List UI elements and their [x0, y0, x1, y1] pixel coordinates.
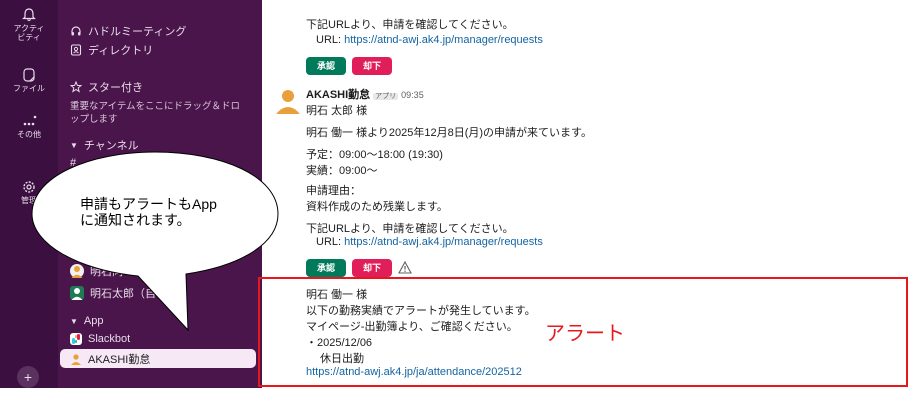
url-label: URL:	[316, 34, 345, 46]
callout-line-1: 申請もアラートもApp	[80, 196, 217, 212]
caret-down-icon: ▼	[70, 140, 78, 150]
message-text: 下記URLより、申請を確認してください。	[306, 19, 514, 31]
sidebar-huddle-label: ハドルミーティング	[88, 26, 187, 38]
rail-item-admin[interactable]: 管理	[0, 180, 58, 205]
star-icon	[70, 81, 82, 93]
dm-name-1: 明石同	[90, 266, 123, 278]
approve-button[interactable]: 承認	[306, 259, 346, 277]
sidebar-starred-label: スター付き	[88, 82, 143, 94]
message-reason-label: 申請理由：	[306, 185, 361, 197]
rail-files-label: ファイル	[13, 84, 45, 93]
headphones-icon	[71, 26, 81, 36]
message-confirm: 下記URLより、申請を確認してください。	[306, 223, 514, 235]
sidebar-section-channels[interactable]: ▼ チャンネル	[70, 136, 139, 154]
message-actual: 実績：09:00〜	[306, 165, 378, 177]
requests-link[interactable]: https://atnd-awj.ak4.jp/manager/requests	[344, 236, 543, 248]
bell-icon	[22, 8, 36, 22]
dm-name-self: 明石太郎（自	[90, 288, 156, 300]
sidebar-item-directory[interactable]: ディレクトリ	[70, 41, 153, 59]
message-timestamp[interactable]: 09:35	[401, 90, 424, 100]
message-url-line: URL: https://atnd-awj.ak4.jp/manager/req…	[316, 236, 543, 248]
requests-link[interactable]: https://atnd-awj.ak4.jp/manager/requests	[344, 34, 543, 46]
avatar	[70, 286, 84, 300]
message-greeting: 明石 太郎 様	[306, 105, 368, 117]
user-avatar-icon	[274, 86, 302, 114]
message-scheduled: 予定：09:00〜18:00 (19:30)	[306, 149, 443, 161]
rail-item-more[interactable]: その他	[0, 114, 58, 139]
rail-item-files[interactable]: ファイル	[0, 68, 58, 93]
workspace-rail: アクティ ビティ ファイル その他 管理 +	[0, 0, 58, 388]
message-request-line: 明石 働一 様より2025年12月8日(月)の申請が来ています。	[306, 127, 592, 139]
url-label: URL:	[316, 236, 345, 248]
sidebar-section-app[interactable]: ▼ App	[70, 312, 104, 330]
more-icon	[23, 115, 37, 126]
user-avatar-icon	[71, 288, 83, 300]
sidebar-section-starred[interactable]: スター付き	[70, 78, 143, 96]
sidebar-dm-item-1[interactable]: 明石同	[70, 262, 123, 280]
directory-icon	[70, 44, 82, 56]
app-badge: アプリ	[373, 93, 399, 100]
sidebar-item-slackbot[interactable]: Slackbot	[70, 330, 130, 348]
hash-icon: #	[70, 157, 77, 169]
callout-line-2: に通知されます。	[80, 212, 191, 228]
caret-down-icon: ▼	[70, 316, 78, 326]
sidebar-dm-item-self[interactable]: 明石太郎（自	[70, 284, 156, 302]
rail-more-label: その他	[17, 130, 41, 139]
sidebar-item-huddles[interactable]: ハドルミーティング	[70, 22, 186, 40]
user-avatar-icon	[71, 354, 81, 365]
gear-icon	[23, 181, 35, 193]
warning-icon	[398, 261, 412, 274]
rail-item-activity[interactable]: アクティ ビティ	[0, 8, 58, 42]
approve-button[interactable]: 承認	[306, 57, 346, 75]
message-url-line: URL: https://atnd-awj.ak4.jp/manager/req…	[316, 34, 543, 46]
slackbot-icon	[70, 333, 82, 345]
sidebar-slackbot-label: Slackbot	[88, 333, 131, 345]
user-avatar-icon	[71, 266, 83, 278]
reject-button[interactable]: 却下	[352, 259, 392, 277]
sidebar-channel-partial[interactable]: #	[70, 154, 76, 172]
avatar[interactable]	[274, 86, 302, 114]
sidebar-directory-label: ディレクトリ	[88, 45, 154, 57]
add-workspace-button[interactable]: +	[17, 366, 39, 388]
alert-annotation-label: アラート	[545, 323, 625, 345]
rail-admin-label: 管理	[21, 196, 37, 205]
sidebar-akashi-label: AKASHI勤怠	[88, 354, 151, 366]
message-reason: 資料作成のため残業します。	[306, 201, 448, 213]
sidebar-channels-label: チャンネル	[83, 140, 139, 152]
channel-sidebar: ハドルミーティング ディレクトリ スター付き 重要なアイテムをここにドラッグ＆ド…	[58, 0, 262, 388]
starred-hint: 重要なアイテムをここにドラッグ＆ドロップします	[70, 101, 241, 125]
files-icon	[23, 68, 35, 82]
sidebar-item-akashi[interactable]: AKASHI勤怠	[70, 350, 150, 368]
rail-activity-label-1: アクティ	[13, 24, 45, 33]
message-header: AKASHI勤怠 アプリ 09:35	[306, 86, 424, 102]
callout-text: 申請もアラートもApp に通知されます。	[80, 196, 217, 228]
sidebar-app-label: App	[83, 315, 104, 327]
reject-button[interactable]: 却下	[352, 57, 392, 75]
sender-name[interactable]: AKASHI勤怠	[306, 89, 370, 101]
rail-activity-label-2: ビティ	[17, 33, 41, 42]
avatar	[70, 264, 84, 278]
